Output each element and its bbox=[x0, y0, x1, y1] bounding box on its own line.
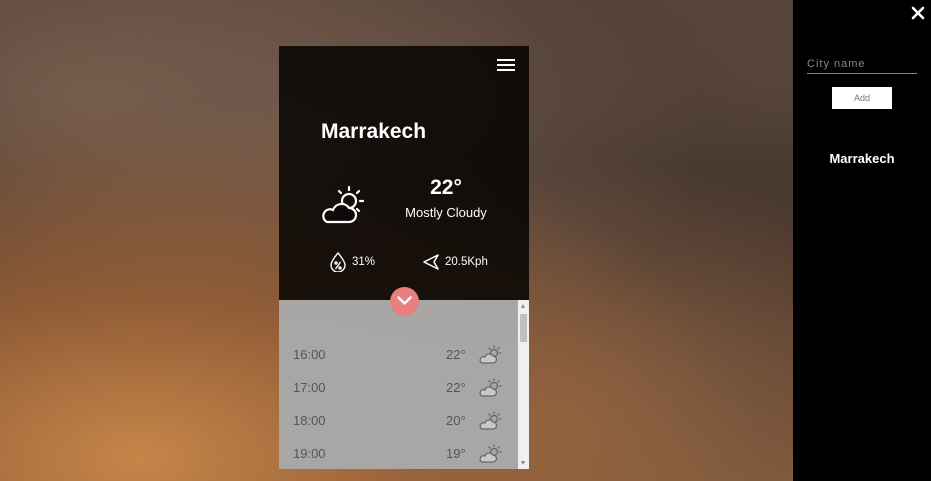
hourly-forecast[interactable]: 16:00 22° 17:00 22° 18:00 20° 19:00 19° bbox=[279, 300, 529, 469]
weather-condition: Mostly Cloudy bbox=[405, 205, 487, 220]
partly-cloudy-icon bbox=[322, 185, 365, 224]
wind-arrow-icon bbox=[423, 254, 439, 270]
partly-cloudy-icon bbox=[479, 345, 502, 364]
wind-speed-value: 20.5Kph bbox=[445, 256, 488, 268]
weather-widget: Marrakech 22° Mostly Cloudy 31% 20.5Kph … bbox=[279, 46, 529, 469]
saved-city-item[interactable]: Marrakech bbox=[793, 151, 931, 166]
close-icon[interactable] bbox=[911, 6, 925, 20]
partly-cloudy-icon bbox=[479, 411, 502, 430]
forecast-toggle-button[interactable] bbox=[390, 287, 419, 316]
forecast-temp: 22° bbox=[446, 347, 466, 362]
forecast-time: 18:00 bbox=[293, 413, 326, 428]
scroll-up-arrow-icon[interactable] bbox=[521, 304, 525, 308]
forecast-temp: 22° bbox=[446, 380, 466, 395]
scroll-down-arrow-icon[interactable] bbox=[521, 461, 525, 465]
forecast-temp: 19° bbox=[446, 446, 466, 461]
forecast-time: 19:00 bbox=[293, 446, 326, 461]
city-title: Marrakech bbox=[321, 120, 427, 143]
city-sidebar: Add Marrakech bbox=[793, 0, 931, 481]
forecast-row: 16:00 22° bbox=[293, 345, 503, 365]
partly-cloudy-icon bbox=[479, 444, 502, 463]
forecast-time: 16:00 bbox=[293, 347, 326, 362]
forecast-row: 18:00 20° bbox=[293, 411, 503, 431]
scroll-thumb[interactable] bbox=[520, 314, 527, 342]
humidity-value: 31% bbox=[352, 256, 376, 268]
partly-cloudy-icon bbox=[479, 378, 502, 397]
city-name-input[interactable] bbox=[807, 55, 917, 74]
forecast-temp: 20° bbox=[446, 413, 466, 428]
forecast-row: 19:00 19° bbox=[293, 444, 503, 464]
humidity-drop-icon bbox=[330, 252, 346, 272]
chevron-down-icon bbox=[397, 296, 412, 305]
add-city-button[interactable]: Add bbox=[832, 87, 892, 109]
current-temperature: 22° bbox=[430, 176, 462, 199]
menu-icon[interactable] bbox=[497, 59, 515, 73]
forecast-time: 17:00 bbox=[293, 380, 326, 395]
forecast-scrollbar[interactable] bbox=[518, 300, 529, 469]
forecast-row: 17:00 22° bbox=[293, 378, 503, 398]
